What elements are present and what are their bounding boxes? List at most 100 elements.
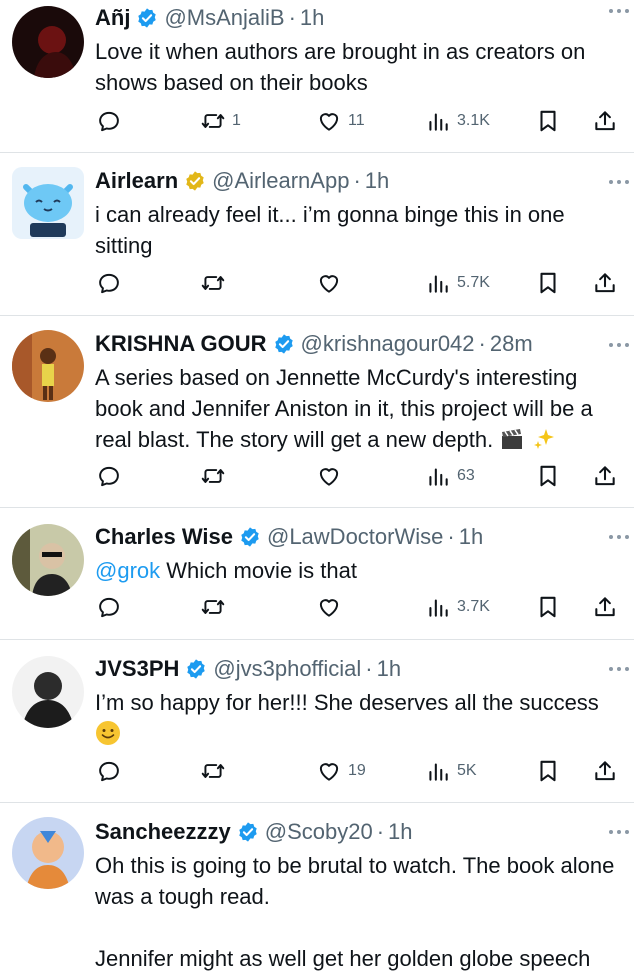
share-button[interactable]	[592, 107, 618, 135]
reply-icon	[96, 594, 122, 620]
user-handle[interactable]: @MsAnjaliB	[164, 0, 284, 36]
tweet-text: Oh this is going to be brutal to watch. …	[95, 853, 615, 971]
avatar[interactable]	[12, 656, 84, 728]
user-handle[interactable]: @jvs3phofficial	[213, 651, 361, 687]
repost-button[interactable]	[200, 593, 232, 621]
user-handle[interactable]: @LawDoctorWise	[267, 519, 443, 555]
share-icon	[592, 108, 618, 134]
like-button[interactable]	[316, 462, 348, 490]
separator-dot: ·	[353, 168, 361, 193]
user-handle[interactable]: @krishnagour042	[301, 326, 475, 362]
smiling-face-icon	[96, 721, 120, 745]
more-icon[interactable]	[608, 532, 630, 542]
views-icon	[425, 758, 451, 784]
repost-button[interactable]: 1	[200, 107, 241, 135]
more-icon[interactable]	[608, 664, 630, 674]
tweet[interactable]: Charles Wise @LawDoctorWise · 1h @grok W…	[0, 508, 634, 640]
tweet-header: KRISHNA GOUR @krishnagour042 · 28m	[95, 326, 624, 362]
tweet[interactable]: KRISHNA GOUR @krishnagour042 · 28m A ser…	[0, 316, 634, 508]
bookmark-icon	[535, 270, 561, 296]
repost-button[interactable]	[200, 269, 232, 297]
views-button[interactable]: 3.7K	[425, 593, 490, 621]
like-count: 19	[348, 762, 366, 779]
display-name[interactable]: Airlearn	[95, 163, 178, 199]
mention-link[interactable]: @grok	[95, 558, 160, 583]
avatar[interactable]	[12, 817, 84, 889]
bookmark-icon	[535, 108, 561, 134]
timestamp[interactable]: 1h	[365, 163, 389, 199]
bookmark-button[interactable]	[535, 757, 561, 785]
tweet[interactable]: Añj @MsAnjaliB · 1h Love it when authors…	[0, 0, 634, 153]
tweet-header: Airlearn @AirlearnApp · 1h	[95, 163, 624, 199]
reply-button[interactable]	[96, 269, 128, 297]
repost-icon	[200, 270, 226, 296]
avatar[interactable]	[12, 330, 84, 402]
reply-icon	[96, 463, 122, 489]
like-button[interactable]	[316, 269, 348, 297]
display-name[interactable]: KRISHNA GOUR	[95, 326, 267, 362]
verified-badge-icon	[136, 7, 158, 29]
tweet[interactable]: JVS3PH @jvs3phofficial · 1h I’m so happy…	[0, 640, 634, 803]
tweet[interactable]: Sancheezzzy @Scoby20 · 1h Oh this is goi…	[0, 803, 634, 971]
share-button[interactable]	[592, 269, 618, 297]
more-icon[interactable]	[608, 827, 630, 837]
display-name[interactable]: Sancheezzzy	[95, 814, 231, 850]
user-handle[interactable]: @Scoby20	[265, 814, 373, 850]
separator-dot: ·	[288, 5, 296, 30]
bookmark-button[interactable]	[535, 269, 561, 297]
timestamp[interactable]: 1h	[459, 519, 483, 555]
views-button[interactable]: 3.1K	[425, 107, 490, 135]
verified-badge-icon	[237, 821, 259, 843]
more-icon[interactable]	[608, 340, 630, 350]
avatar[interactable]	[12, 167, 84, 239]
share-icon	[592, 758, 618, 784]
bookmark-button[interactable]	[535, 593, 561, 621]
reply-button[interactable]	[96, 593, 128, 621]
display-name[interactable]: Charles Wise	[95, 519, 233, 555]
timestamp[interactable]: 1h	[300, 0, 324, 36]
bookmark-icon	[535, 758, 561, 784]
reply-button[interactable]	[96, 107, 128, 135]
like-icon	[316, 270, 342, 296]
like-button[interactable]	[316, 593, 348, 621]
like-icon	[316, 594, 342, 620]
user-handle[interactable]: @AirlearnApp	[212, 163, 349, 199]
like-button[interactable]: 19	[316, 757, 366, 785]
share-button[interactable]	[592, 593, 618, 621]
avatar[interactable]	[12, 524, 84, 596]
timestamp[interactable]: 28m	[490, 326, 533, 362]
views-button[interactable]: 5.7K	[425, 269, 490, 297]
views-button[interactable]: 63	[425, 462, 475, 490]
tweet-text-body: Which movie is that	[160, 558, 357, 583]
views-count: 63	[457, 467, 475, 484]
display-name[interactable]: Añj	[95, 0, 130, 36]
bookmark-button[interactable]	[535, 462, 561, 490]
repost-button[interactable]	[200, 462, 232, 490]
sparkles-icon	[533, 429, 554, 449]
timestamp[interactable]: 1h	[377, 651, 401, 687]
views-button[interactable]: 5K	[425, 757, 477, 785]
like-button[interactable]: 11	[316, 107, 365, 135]
repost-button[interactable]	[200, 757, 232, 785]
tweet[interactable]: Airlearn @AirlearnApp · 1h i can already…	[0, 153, 634, 316]
tweet-header: JVS3PH @jvs3phofficial · 1h	[95, 651, 624, 687]
reply-button[interactable]	[96, 462, 128, 490]
repost-icon	[200, 463, 226, 489]
more-icon[interactable]	[608, 6, 630, 16]
timestamp[interactable]: 1h	[388, 814, 412, 850]
separator-dot: ·	[376, 819, 385, 844]
display-name[interactable]: JVS3PH	[95, 651, 179, 687]
share-button[interactable]	[592, 462, 618, 490]
bookmark-icon	[535, 463, 561, 489]
more-icon[interactable]	[608, 177, 630, 187]
repost-icon	[200, 108, 226, 134]
reply-icon	[96, 108, 122, 134]
avatar[interactable]	[12, 6, 84, 78]
views-icon	[425, 270, 451, 296]
like-count: 11	[348, 112, 365, 129]
reply-button[interactable]	[96, 757, 128, 785]
views-count: 3.1K	[457, 112, 490, 129]
share-button[interactable]	[592, 757, 618, 785]
bookmark-button[interactable]	[535, 107, 561, 135]
tweet-text-body: I’m so happy for her!!! She deserves all…	[95, 690, 599, 715]
